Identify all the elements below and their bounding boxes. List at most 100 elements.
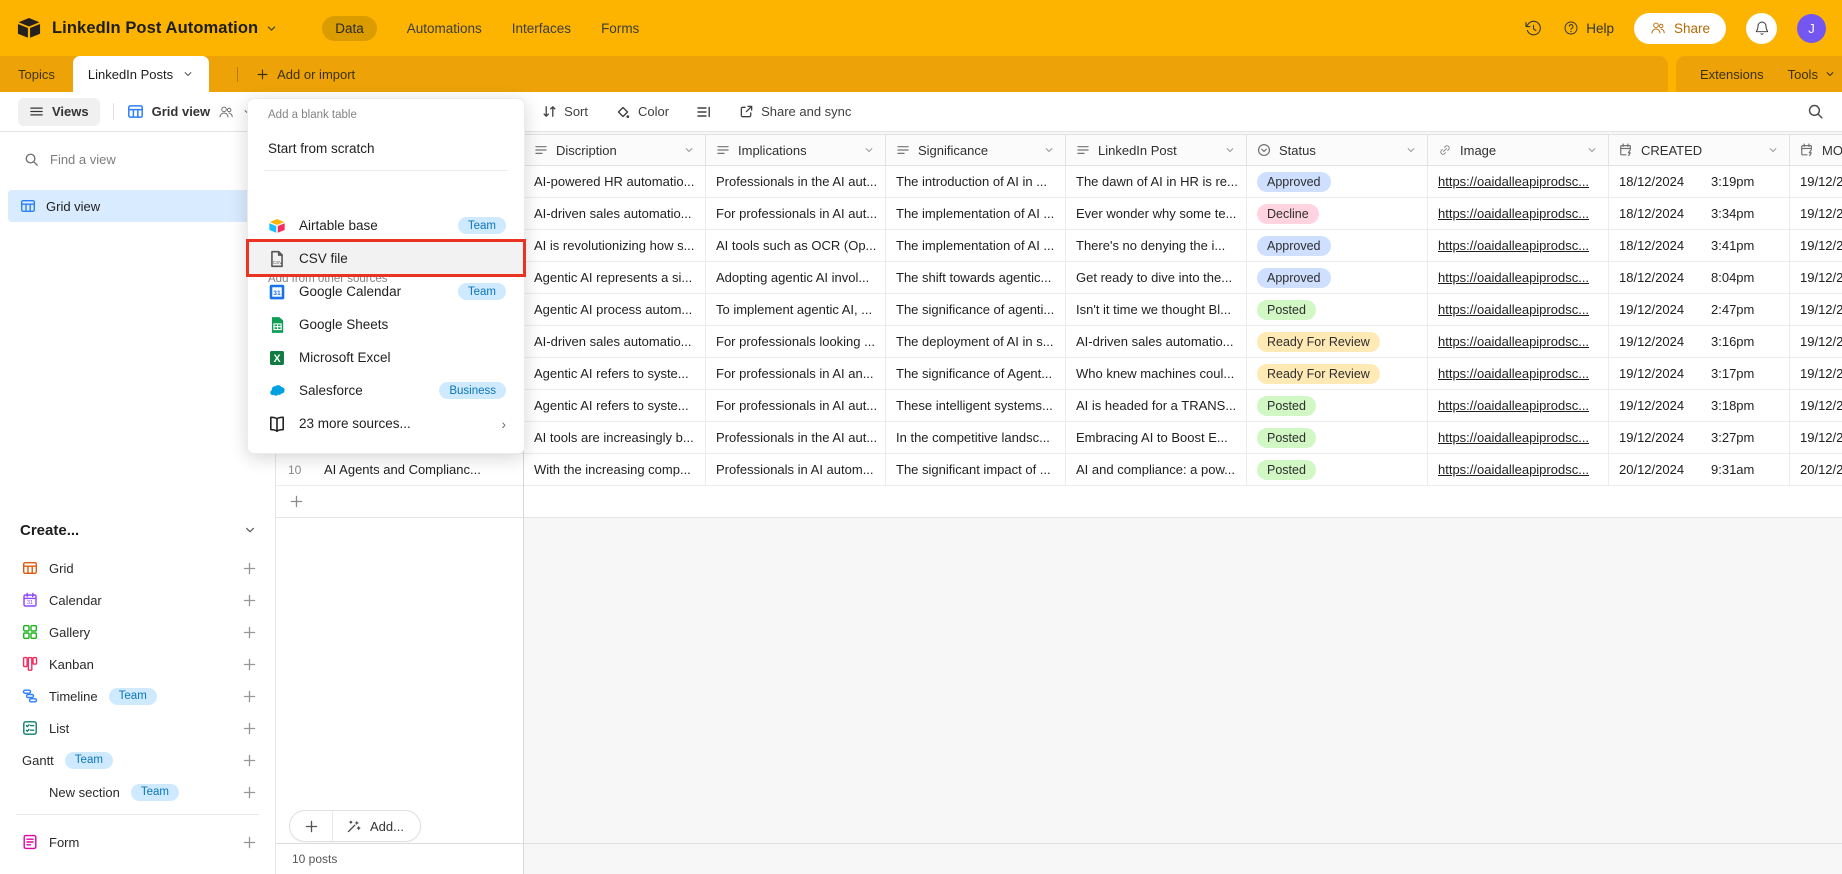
column-chevron-down-icon[interactable] <box>1405 144 1417 156</box>
cell-created[interactable]: 18/12/2024 3:19pm <box>1609 166 1790 197</box>
search-icon[interactable] <box>1807 103 1824 120</box>
image-url-link[interactable]: https://oaidalleapiprodsc... <box>1438 174 1589 189</box>
cell-linkedin-post[interactable]: Get ready to dive into the... <box>1066 262 1247 293</box>
cell-discription[interactable]: Agentic AI process autom... <box>524 294 706 325</box>
top-nav-tab[interactable]: Data <box>322 16 377 41</box>
cell-discription[interactable]: AI-driven sales automatio... <box>524 326 706 357</box>
table-tab-topics[interactable]: Topics <box>0 56 73 92</box>
cell-modified[interactable]: 19/12/20 <box>1790 294 1842 325</box>
cell-status[interactable]: Posted <box>1247 294 1428 325</box>
cell-status[interactable]: Approved <box>1247 262 1428 293</box>
table-row[interactable]: Agentic AI refers to syste... For profes… <box>524 390 1842 422</box>
cell-image[interactable]: https://oaidalleapiprodsc... <box>1428 262 1609 293</box>
create-view-item[interactable]: Calendar <box>0 584 275 616</box>
cell-implications[interactable]: AI tools such as OCR (Op... <box>706 230 886 261</box>
cell-significance[interactable]: The significance of Agent... <box>886 358 1066 389</box>
cell-significance[interactable]: The implementation of AI ... <box>886 198 1066 229</box>
cell-implications[interactable]: For professionals in AI aut... <box>706 390 886 421</box>
cell-created[interactable]: 18/12/2024 8:04pm <box>1609 262 1790 293</box>
views-button[interactable]: Views <box>18 98 100 126</box>
cell-implications[interactable]: For professionals looking ... <box>706 326 886 357</box>
cell-modified[interactable]: 19/12/20 <box>1790 198 1842 229</box>
sort-button[interactable]: Sort <box>542 104 588 119</box>
column-chevron-down-icon[interactable] <box>1043 144 1055 156</box>
help-button[interactable]: Help <box>1563 20 1614 36</box>
cell-linkedin-post[interactable]: There's no denying the i... <box>1066 230 1247 261</box>
find-view-search[interactable] <box>16 142 265 176</box>
table-list-chevron-down-icon[interactable] <box>209 68 233 81</box>
cell-linkedin-post[interactable]: AI-driven sales automatio... <box>1066 326 1247 357</box>
cell-status[interactable]: Approved <box>1247 166 1428 197</box>
add-view-plus-icon[interactable] <box>242 593 257 608</box>
cell-status[interactable]: Ready For Review <box>1247 326 1428 357</box>
column-header[interactable]: LinkedIn Post <box>1066 135 1247 165</box>
cell-significance[interactable]: These intelligent systems... <box>886 390 1066 421</box>
image-url-link[interactable]: https://oaidalleapiprodsc... <box>1438 270 1589 285</box>
column-header[interactable]: Status <box>1247 135 1428 165</box>
cell-modified[interactable]: 19/12/20 <box>1790 262 1842 293</box>
add-view-plus-icon[interactable] <box>242 689 257 704</box>
column-chevron-down-icon[interactable] <box>683 144 695 156</box>
column-header[interactable]: Discription <box>524 135 706 165</box>
cell-image[interactable]: https://oaidalleapiprodsc... <box>1428 422 1609 453</box>
menu-source-item[interactable]: Microsoft Excel <box>248 341 524 374</box>
table-row[interactable]: AI is revolutionizing how s... AI tools … <box>524 230 1842 262</box>
cell-linkedin-post[interactable]: Who knew machines coul... <box>1066 358 1247 389</box>
create-view-item[interactable]: Gallery <box>0 616 275 648</box>
add-view-plus-icon[interactable] <box>242 657 257 672</box>
menu-item-start-from-scratch[interactable]: Start from scratch <box>248 133 524 163</box>
share-button[interactable]: Share <box>1634 13 1726 44</box>
create-view-item[interactable]: Grid <box>0 552 275 584</box>
add-view-plus-icon[interactable] <box>242 753 257 768</box>
cell-discription[interactable]: AI-driven sales automatio... <box>524 198 706 229</box>
table-row-fixed[interactable]: 10 AI Agents and Complianc... <box>276 454 524 486</box>
color-button[interactable]: Color <box>615 104 669 120</box>
cell-linkedin-post[interactable]: Embracing AI to Boost E... <box>1066 422 1247 453</box>
menu-source-item[interactable]: Google Calendar Team <box>248 275 524 308</box>
cell-implications[interactable]: Professionals in AI autom... <box>706 454 886 485</box>
cell-linkedin-post[interactable]: The dawn of AI in HR is re... <box>1066 166 1247 197</box>
cell-modified[interactable]: 19/12/20 <box>1790 422 1842 453</box>
cell-linkedin-post[interactable]: AI is headed for a TRANS... <box>1066 390 1247 421</box>
column-header[interactable]: CREATED <box>1609 135 1790 165</box>
create-view-item[interactable]: Timeline Team <box>0 680 275 712</box>
column-header[interactable]: Image <box>1428 135 1609 165</box>
sidebar-item-grid-view[interactable]: Grid view <box>8 190 267 222</box>
grid-view-switcher[interactable]: Grid view <box>127 103 255 120</box>
history-icon[interactable] <box>1524 19 1543 38</box>
cell-image[interactable]: https://oaidalleapiprodsc... <box>1428 230 1609 261</box>
table-row[interactable]: AI tools are increasingly b... Professio… <box>524 422 1842 454</box>
cell-created[interactable]: 18/12/2024 3:41pm <box>1609 230 1790 261</box>
cell-status[interactable]: Posted <box>1247 422 1428 453</box>
cell-status[interactable]: Posted <box>1247 454 1428 485</box>
cell-discription[interactable]: AI tools are increasingly b... <box>524 422 706 453</box>
cell-modified[interactable]: 19/12/20 <box>1790 230 1842 261</box>
table-row[interactable]: AI-driven sales automatio... For profess… <box>524 198 1842 230</box>
image-url-link[interactable]: https://oaidalleapiprodsc... <box>1438 430 1589 445</box>
cell-implications[interactable]: Professionals in the AI aut... <box>706 166 886 197</box>
column-chevron-down-icon[interactable] <box>863 144 875 156</box>
cell-modified[interactable]: 19/12/20 <box>1790 358 1842 389</box>
add-view-plus-icon[interactable] <box>242 785 257 800</box>
cell-significance[interactable]: The significant impact of ... <box>886 454 1066 485</box>
create-view-item[interactable]: Gantt Team <box>0 744 275 776</box>
column-chevron-down-icon[interactable] <box>1767 144 1779 156</box>
cell-implications[interactable]: To implement agentic AI, ... <box>706 294 886 325</box>
cell-significance[interactable]: The significance of agenti... <box>886 294 1066 325</box>
cell-modified[interactable]: 19/12/20 <box>1790 326 1842 357</box>
menu-source-item[interactable]: 23 more sources... › <box>248 407 524 440</box>
cell-implications[interactable]: For professionals in AI aut... <box>706 198 886 229</box>
cell-created[interactable]: 20/12/2024 9:31am <box>1609 454 1790 485</box>
cell-linkedin-post[interactable]: Isn't it time we thought Bl... <box>1066 294 1247 325</box>
cell-created[interactable]: 19/12/2024 2:47pm <box>1609 294 1790 325</box>
table-row[interactable]: Agentic AI represents a si... Adopting a… <box>524 262 1842 294</box>
table-row[interactable]: Agentic AI process autom... To implement… <box>524 294 1842 326</box>
cell-significance[interactable]: In the competitive landsc... <box>886 422 1066 453</box>
cell-created[interactable]: 19/12/2024 3:18pm <box>1609 390 1790 421</box>
cell-image[interactable]: https://oaidalleapiprodsc... <box>1428 326 1609 357</box>
add-record-row[interactable] <box>276 486 1842 518</box>
cell-modified[interactable]: 20/12/20 <box>1790 454 1842 485</box>
cell-image[interactable]: https://oaidalleapiprodsc... <box>1428 166 1609 197</box>
image-url-link[interactable]: https://oaidalleapiprodsc... <box>1438 398 1589 413</box>
cell-created[interactable]: 19/12/2024 3:16pm <box>1609 326 1790 357</box>
